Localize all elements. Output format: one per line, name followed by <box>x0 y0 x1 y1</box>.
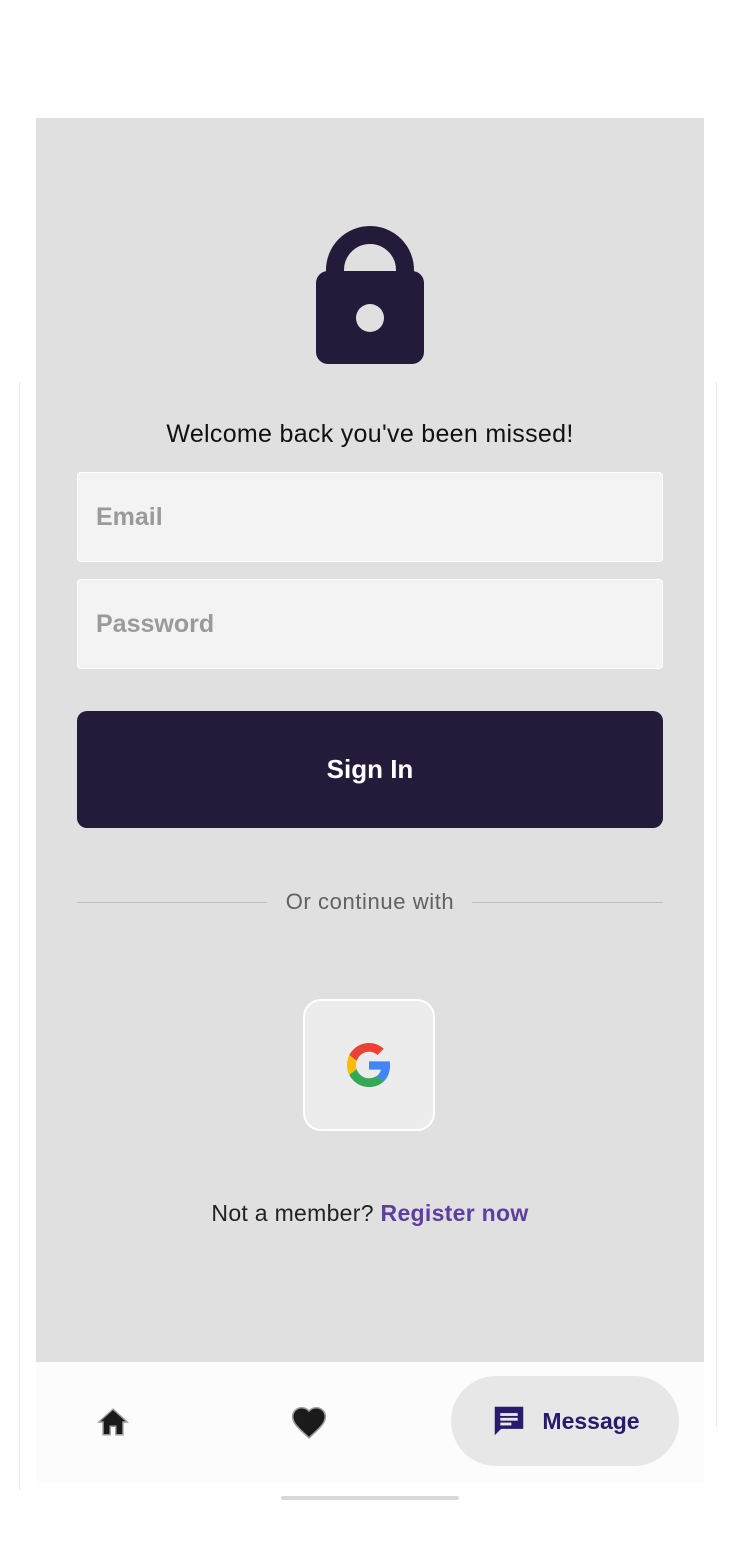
register-row: Not a member? Register now <box>36 1200 704 1227</box>
login-screen: Welcome back you've been missed! Sign In… <box>36 118 704 1362</box>
password-field[interactable] <box>77 579 663 669</box>
device-frame-edge <box>716 382 717 1427</box>
google-icon <box>347 1043 391 1087</box>
message-icon <box>495 1406 524 1436</box>
email-field[interactable] <box>77 472 663 562</box>
google-sign-in-button[interactable] <box>303 999 435 1131</box>
message-button[interactable]: Message <box>451 1376 679 1466</box>
lock-icon <box>316 226 424 364</box>
sign-in-button[interactable]: Sign In <box>77 711 663 828</box>
divider-line-right <box>472 902 663 903</box>
home-icon[interactable] <box>96 1405 130 1439</box>
register-prompt: Not a member? <box>211 1200 374 1226</box>
message-label: Message <box>542 1407 640 1434</box>
device-frame-edge <box>19 382 20 1490</box>
home-indicator[interactable] <box>281 1496 459 1500</box>
bottom-nav-bar: Message <box>36 1362 704 1482</box>
register-now-link[interactable]: Register now <box>381 1200 529 1226</box>
welcome-text: Welcome back you've been missed! <box>166 420 574 448</box>
heart-icon[interactable] <box>290 1404 328 1440</box>
